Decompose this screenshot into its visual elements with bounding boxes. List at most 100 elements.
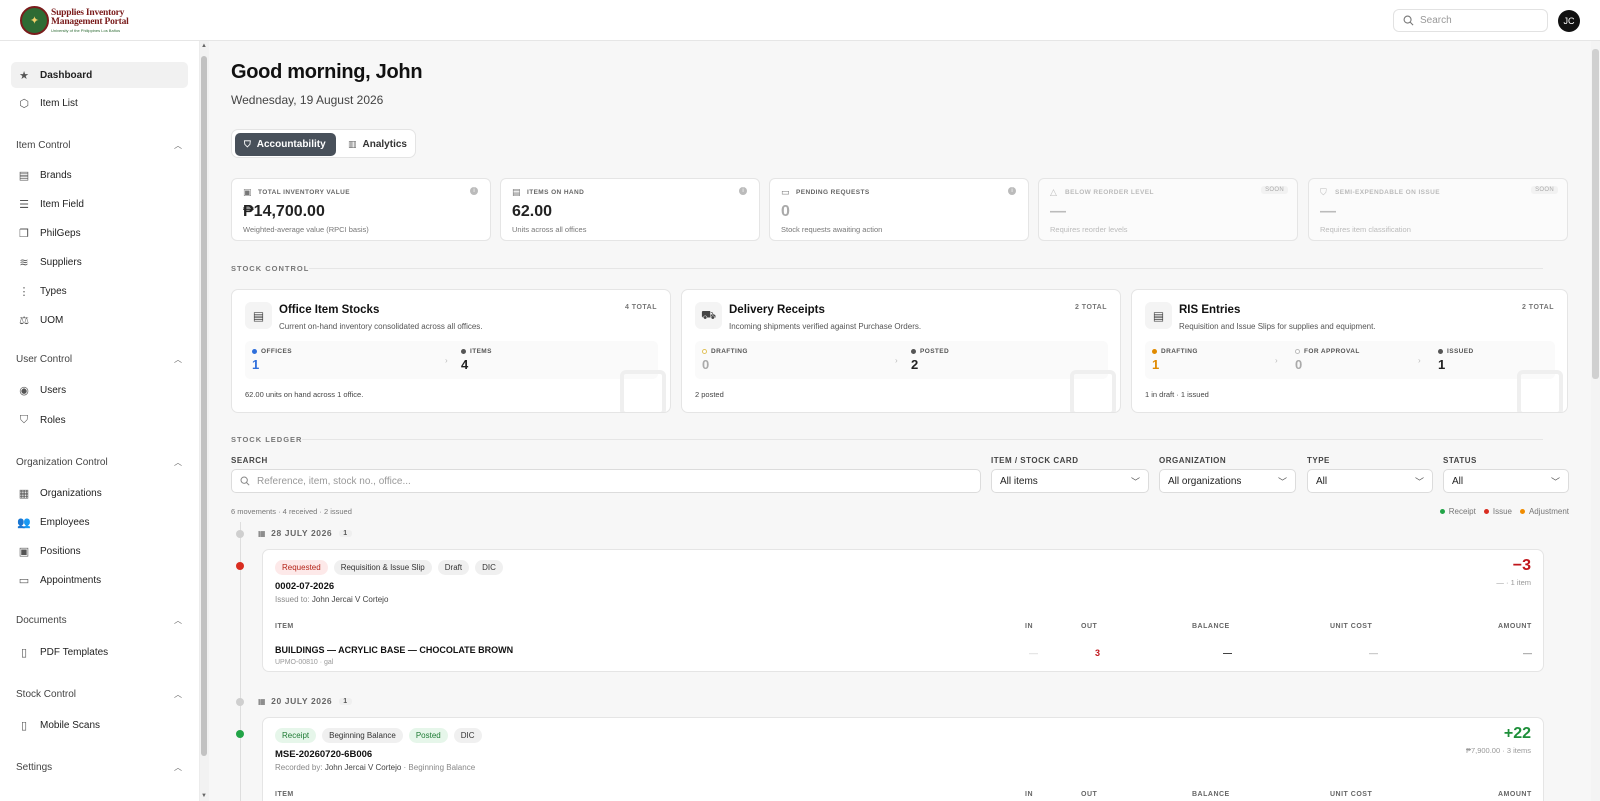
- kpi-items-on-hand: ▤ ITEMS ON HAND i 62.00 Units across all…: [500, 178, 760, 241]
- entry-reference[interactable]: MSE-20260720-6B006: [275, 749, 372, 760]
- document-icon: ▯: [20, 646, 28, 659]
- card-delivery-receipts[interactable]: ⛟ Delivery Receipts Incoming shipments v…: [681, 289, 1121, 413]
- soon-badge: SOON: [1261, 186, 1288, 194]
- ledger-entry-card[interactable]: Requested Requisition & Issue Slip Draft…: [262, 549, 1544, 672]
- check-shield-icon: ⛉: [1320, 187, 1327, 197]
- info-icon[interactable]: i: [470, 187, 478, 195]
- chevron-down-icon: ﹀: [1130, 477, 1140, 487]
- page-scrollbar[interactable]: [1591, 41, 1600, 801]
- sidebar-section-organization-control[interactable]: Organization Control ︿: [16, 457, 182, 468]
- sidebar-section-user-control[interactable]: User Control ︿: [16, 354, 182, 365]
- stat-drafting: DRAFTING 0: [702, 348, 748, 372]
- item-filter-label: ITEM / STOCK CARD: [991, 456, 1079, 465]
- legend-adjustment: Adjustment: [1519, 507, 1569, 516]
- col-balance: BALANCE: [1192, 791, 1230, 798]
- sidebar-item-item-list[interactable]: ⬡ Item List: [11, 90, 188, 116]
- truck-icon: ⛟: [695, 302, 722, 329]
- sidebar-item-organizations[interactable]: ▦ Organizations: [11, 480, 188, 506]
- star-icon: ★: [19, 69, 29, 82]
- type-filter-select[interactable]: All ﹀: [1307, 469, 1433, 493]
- sidebar-scroll-thumb[interactable]: [201, 56, 207, 756]
- sidebar-item-uom[interactable]: ⚖ UOM: [11, 307, 188, 333]
- page-title: Good morning, John: [231, 61, 423, 83]
- ledger-legend: Receipt Issue Adjustment: [1439, 507, 1569, 516]
- info-icon[interactable]: i: [1008, 187, 1016, 195]
- view-tabs: ⛉ Accountability ▥ Analytics: [231, 129, 416, 158]
- stock-ledger-heading: STOCK LEDGER: [231, 435, 303, 444]
- list-icon: ⋮: [18, 285, 30, 298]
- entry-reference[interactable]: 0002-07-2026: [275, 581, 334, 592]
- col-unit-cost: UNIT COST: [1330, 791, 1373, 798]
- organization-filter-select[interactable]: All organizations ﹀: [1159, 469, 1296, 493]
- table-cell-balance: —: [1223, 648, 1232, 658]
- bar-chart-icon: ▥: [348, 139, 357, 149]
- shield-icon: ⛉: [244, 139, 251, 149]
- page-scroll-thumb[interactable]: [1592, 49, 1599, 379]
- sidebar-item-dashboard[interactable]: ★ Dashboard: [11, 62, 188, 88]
- tab-accountability[interactable]: ⛉ Accountability: [235, 133, 336, 156]
- scroll-down-icon[interactable]: ▼: [201, 793, 207, 799]
- table-row-item-name[interactable]: BUILDINGS — ACRYLIC BASE — CHOCOLATE BRO…: [275, 645, 513, 655]
- user-avatar[interactable]: JC: [1558, 10, 1580, 32]
- ledger-search-input[interactable]: Reference, item, stock no., office...: [231, 469, 981, 493]
- col-out: OUT: [1081, 791, 1098, 798]
- movement-summary: 6 movements · 4 received · 2 issued: [231, 507, 352, 516]
- sidebar-section-stock-control[interactable]: Stock Control ︿: [16, 689, 182, 700]
- stat-issued: ISSUED 1: [1438, 348, 1474, 372]
- sidebar-item-item-field[interactable]: ☰ Item Field: [11, 191, 188, 217]
- warning-icon: △: [1050, 187, 1057, 197]
- sidebar-section-documents[interactable]: Documents ︿: [16, 615, 182, 626]
- sidebar-item-suppliers[interactable]: ≋ Suppliers: [11, 249, 188, 275]
- card-ris-entries[interactable]: ▤ RIS Entries Requisition and Issue Slip…: [1131, 289, 1568, 413]
- info-icon[interactable]: i: [739, 187, 747, 195]
- status-filter-select[interactable]: All ﹀: [1443, 469, 1569, 493]
- wallet-icon: ▣: [243, 187, 252, 197]
- sidebar-section-settings[interactable]: Settings ︿: [16, 762, 182, 773]
- kpi-pending-requests: ▭ PENDING REQUESTS i 0 Stock requests aw…: [769, 178, 1029, 241]
- office-badge: DIC: [453, 728, 482, 743]
- soon-badge: SOON: [1531, 186, 1558, 194]
- chevron-up-icon: ︿: [174, 141, 182, 150]
- doc-type-badge: Beginning Balance: [322, 728, 403, 743]
- clipboard-icon: ▤: [1145, 302, 1172, 329]
- sidebar-item-employees[interactable]: 👥 Employees: [11, 509, 188, 535]
- sidebar-item-philgeps[interactable]: ❐ PhilGeps: [11, 220, 188, 246]
- tab-analytics[interactable]: ▥ Analytics: [339, 133, 416, 156]
- calendar-icon: ▦: [258, 696, 267, 706]
- card-office-item-stocks[interactable]: ▤ Office Item Stocks Current on-hand inv…: [231, 289, 671, 413]
- id-card-icon: ▭: [18, 574, 30, 587]
- sidebar-item-roles[interactable]: ⛉ Roles: [11, 407, 188, 433]
- timeline-issue-dot: [236, 562, 244, 570]
- entry-delta-sub: — · 1 item: [1496, 578, 1531, 587]
- sidebar-item-appointments[interactable]: ▭ Appointments: [11, 567, 188, 593]
- col-in: IN: [1025, 623, 1033, 630]
- search-icon: [1403, 15, 1414, 26]
- scroll-up-icon[interactable]: ▲: [201, 43, 207, 49]
- people-icon: 👥: [17, 516, 31, 529]
- chevron-right-icon: ›: [895, 356, 898, 365]
- sidebar-item-mobile-scans[interactable]: ▯ Mobile Scans: [11, 712, 188, 738]
- sidebar-item-users[interactable]: ◉ Users: [11, 377, 188, 403]
- global-search[interactable]: [1393, 9, 1548, 32]
- sidebar-item-types[interactable]: ⋮ Types: [11, 278, 188, 304]
- col-out: OUT: [1081, 623, 1098, 630]
- stat-offices: OFFICES 1: [252, 348, 292, 372]
- sidebar-item-pdf-templates[interactable]: ▯ PDF Templates: [11, 639, 188, 665]
- section-divider: [302, 439, 1543, 440]
- stat-for-approval: FOR APPROVAL 0: [1295, 348, 1360, 372]
- chevron-down-icon: ﹀: [1550, 477, 1560, 487]
- chevron-right-icon: ›: [445, 356, 448, 365]
- sidebar-scrollbar[interactable]: ▲ ▼: [200, 41, 209, 801]
- sliders-icon: ☰: [19, 198, 29, 211]
- scale-icon: ⚖: [19, 314, 29, 327]
- timeline-date-dot: [236, 530, 244, 538]
- table-row-item-sku: UPMO-00810 · gal: [275, 659, 334, 666]
- sidebar-section-item-control[interactable]: Item Control ︿: [16, 140, 182, 151]
- sidebar-item-positions[interactable]: ▣ Positions: [11, 538, 188, 564]
- chevron-up-icon: ︿: [174, 690, 182, 699]
- item-filter-select[interactable]: All items ﹀: [991, 469, 1149, 493]
- global-search-input[interactable]: [1420, 15, 1540, 26]
- ledger-entry-card[interactable]: Receipt Beginning Balance Posted DIC MSE…: [262, 717, 1544, 801]
- app-logo[interactable]: ✦ Supplies Inventory Management Portal U…: [20, 6, 129, 35]
- sidebar-item-brands[interactable]: ▤ Brands: [11, 162, 188, 188]
